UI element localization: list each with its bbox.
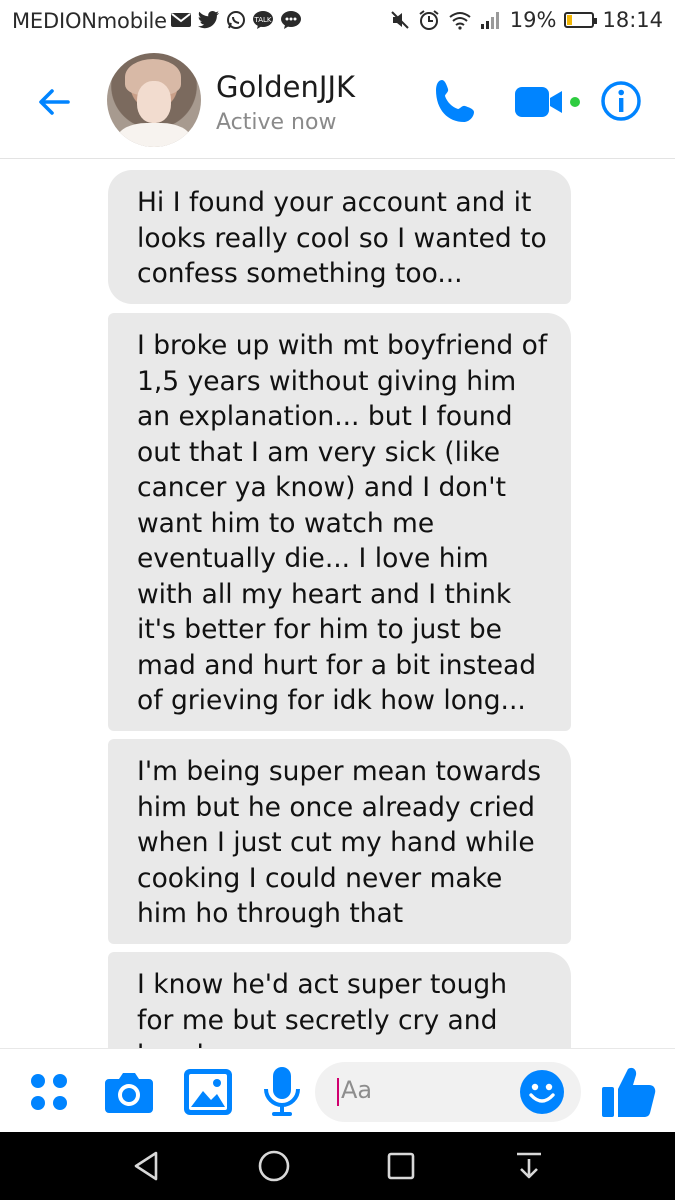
avatar[interactable] [107,53,201,147]
avatar-face [137,81,171,123]
gallery-icon[interactable] [182,1067,234,1117]
message-bubble[interactable]: I broke up with mt boyfriend of 1,5 year… [108,313,571,731]
notification-pull-icon[interactable] [512,1149,546,1183]
camera-icon[interactable] [103,1069,155,1115]
message-input[interactable]: Aa [315,1062,581,1122]
phone-call-icon[interactable] [430,76,482,128]
recents-square-icon[interactable] [385,1149,417,1183]
text-caret [337,1078,339,1106]
system-status-icons: 19% 18:14 [390,8,663,32]
notification-icons: TALK [170,10,302,30]
chat-bubble-icon [281,11,301,29]
mute-icon [391,11,409,29]
message-bubble[interactable]: I know he'd act super tough for me but s… [108,952,571,1048]
alarm-icon [419,10,439,30]
wifi-icon [449,12,471,30]
message-input-placeholder: Aa [341,1076,373,1104]
thumbs-up-icon[interactable] [600,1063,658,1121]
info-icon[interactable] [600,80,642,122]
active-status: Active now [216,110,337,135]
conversation-header: GoldenJJK Active now [0,44,675,159]
status-bar: MEDIONmobile TALK 19% 18:14 [0,0,675,44]
whatsapp-icon [227,11,245,29]
twitter-icon [198,11,219,29]
back-triangle-icon[interactable] [130,1149,164,1183]
kakaotalk-icon: TALK [253,11,273,29]
back-arrow-icon[interactable] [32,80,76,124]
signal-icon [480,12,499,29]
message-bubble[interactable]: I'm being super mean towards him but he … [108,739,571,944]
android-navigation-bar [0,1132,675,1200]
svg-text:TALK: TALK [253,16,271,24]
battery-level [567,15,573,25]
battery-percent: 19% [509,8,557,32]
home-circle-icon[interactable] [256,1149,292,1183]
status-time: 18:14 [602,8,663,32]
message-bubble[interactable]: Hi I found your account and it looks rea… [108,170,571,304]
avatar-body [117,123,191,147]
video-call-icon[interactable] [514,84,584,122]
apps-icon[interactable] [28,1071,70,1113]
battery-icon [564,12,598,28]
microphone-icon[interactable] [262,1065,302,1119]
message-thread[interactable]: Hi I found your account and it looks rea… [0,159,675,1048]
carrier-name: MEDIONmobile [12,9,167,33]
online-indicator [570,97,580,107]
message-composer: Aa [0,1048,675,1133]
mail-icon [171,13,191,27]
emoji-icon[interactable] [519,1069,565,1115]
contact-name[interactable]: GoldenJJK [216,70,355,104]
